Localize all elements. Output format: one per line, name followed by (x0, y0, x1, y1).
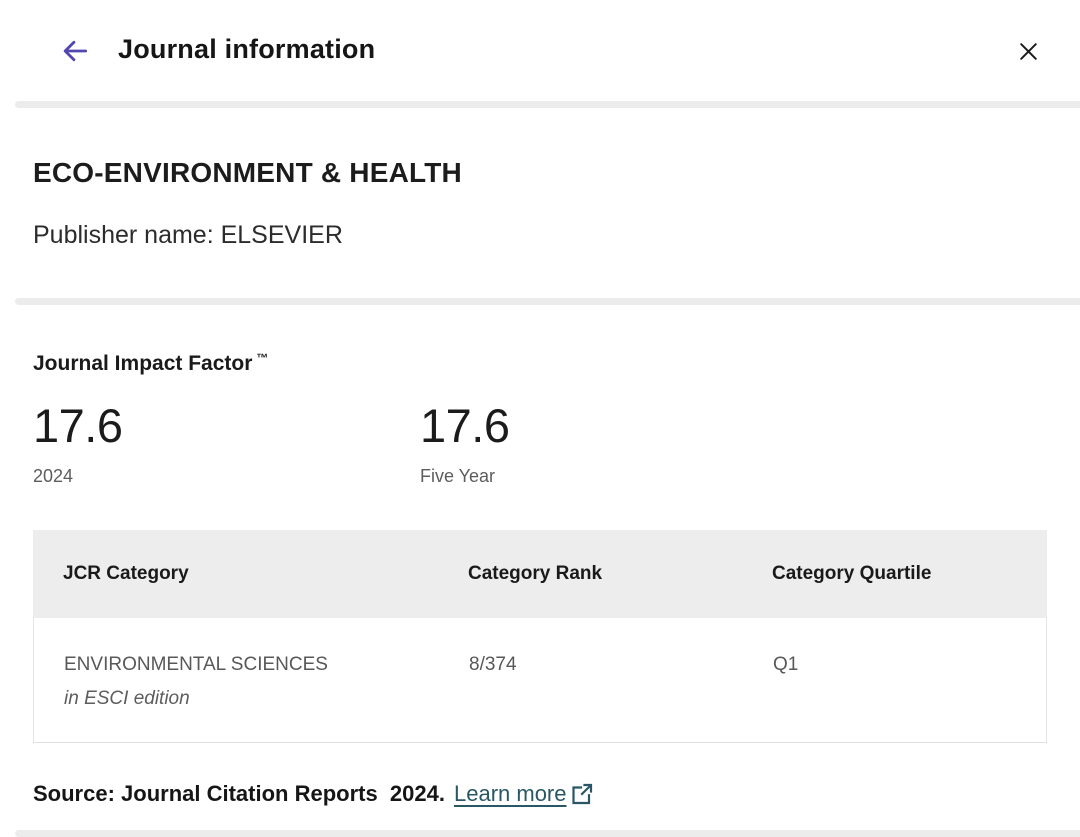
section-divider (15, 830, 1080, 837)
table-row: ENVIRONMENTAL SCIENCES in ESCI edition 8… (33, 618, 1047, 743)
arrow-left-icon (59, 35, 91, 67)
close-icon (1016, 39, 1041, 64)
cell-category-rank: 8/374 (439, 618, 743, 742)
journal-title: ECO-ENVIRONMENT & HEALTH (33, 157, 462, 189)
cell-jcr-category: ENVIRONMENTAL SCIENCES in ESCI edition (34, 618, 439, 742)
page-title: Journal information (118, 34, 375, 65)
impact-factor-title: Journal Impact Factor (33, 352, 252, 375)
panel-header: Journal information (0, 0, 1080, 103)
learn-more-link[interactable]: Learn more (454, 781, 567, 807)
column-header-category-quartile: Category Quartile (742, 563, 1047, 585)
table-header-row: JCR Category Category Rank Category Quar… (33, 530, 1047, 618)
column-header-jcr-category: JCR Category (33, 563, 438, 585)
impact-factor-metric-five-year: 17.6 Five Year (420, 400, 509, 487)
impact-factor-year-label: 2024 (33, 466, 122, 487)
cell-category-quartile: Q1 (743, 618, 1046, 742)
source-text: Source: Journal Citation Reports 2024. (33, 781, 445, 807)
impact-factor-five-year-label: Five Year (420, 466, 509, 487)
back-button[interactable] (52, 28, 98, 74)
close-button[interactable] (1006, 29, 1050, 73)
external-link-icon (570, 782, 594, 806)
journal-information-panel: Journal information ECO-ENVIRONMENT & HE… (0, 0, 1080, 837)
column-header-category-rank: Category Rank (438, 563, 742, 585)
section-divider (15, 298, 1080, 305)
category-edition: in ESCI edition (64, 688, 439, 710)
impact-factor-value: 17.6 (33, 400, 122, 452)
impact-factor-value: 17.6 (420, 400, 509, 452)
impact-factor-metric-current: 17.6 2024 (33, 400, 122, 487)
jcr-category-table: JCR Category Category Rank Category Quar… (33, 530, 1047, 743)
source-line: Source: Journal Citation Reports 2024. L… (33, 781, 594, 807)
section-divider (15, 101, 1080, 108)
category-name: ENVIRONMENTAL SCIENCES (64, 654, 328, 675)
trademark-symbol: ™ (256, 351, 268, 365)
impact-factor-heading: Journal Impact Factor ™ (33, 351, 268, 376)
publisher-name: Publisher name: ELSEVIER (33, 221, 343, 250)
